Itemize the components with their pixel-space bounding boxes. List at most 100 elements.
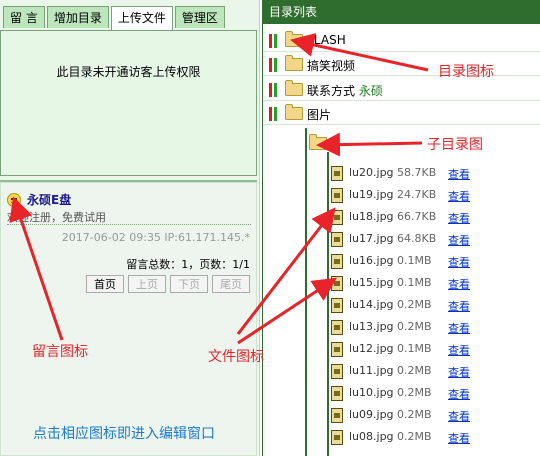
folder-icon[interactable] [285, 31, 303, 47]
file-name: lu10.jpg [349, 386, 394, 399]
file-icon[interactable] [331, 232, 343, 247]
file-name: lu09.jpg [349, 408, 394, 421]
file-size: 0.2MB [397, 364, 432, 377]
tab-add-directory[interactable]: 增加目录 [46, 6, 109, 28]
last-page-button[interactable]: 尾页 [212, 275, 250, 293]
file-row[interactable]: lu16.jpg 0.1MB 查看 [263, 250, 540, 272]
file-icon[interactable] [331, 430, 343, 445]
file-name: lu11.jpg [349, 364, 394, 377]
file-row[interactable]: lu18.jpg 66.7KB 查看 [263, 206, 540, 228]
view-link[interactable]: 查看 [448, 254, 470, 270]
tab-message[interactable]: 留 言 [3, 6, 45, 28]
folder-row[interactable]: 联系方式 永硕 [263, 79, 540, 101]
folder-label[interactable]: 图片 [307, 106, 331, 123]
view-link[interactable]: 查看 [448, 276, 470, 292]
toggle-icon[interactable] [269, 83, 279, 97]
folder-icon[interactable] [285, 55, 303, 71]
permission-message: 此目录未开通访客上传权限 [56, 65, 201, 79]
file-icon[interactable] [331, 166, 343, 181]
tab-bar: 留 言 增加目录 上传文件 管理区 [3, 6, 225, 30]
file-size: 0.2MB [397, 386, 432, 399]
file-icon[interactable] [331, 364, 343, 379]
message-text: 欢迎注册，免费试用 [7, 211, 106, 224]
subfolder-icon[interactable] [309, 134, 327, 150]
pager: 首页 上页 下页 尾页 [86, 275, 250, 293]
file-row[interactable]: lu14.jpg 0.2MB 查看 [263, 294, 540, 316]
file-name: lu16.jpg [349, 254, 394, 267]
file-row[interactable]: lu10.jpg 0.2MB 查看 [263, 382, 540, 404]
file-size: 0.1MB [397, 276, 432, 289]
toggle-icon[interactable] [269, 107, 279, 121]
upload-area: 此目录未开通访客上传权限 [0, 30, 257, 176]
file-icon[interactable] [331, 342, 343, 357]
file-name: lu14.jpg [349, 298, 394, 311]
folder-row[interactable]: FLASH [263, 30, 540, 52]
tab-admin[interactable]: 管理区 [174, 6, 225, 28]
view-link[interactable]: 查看 [448, 320, 470, 336]
folder-name[interactable]: 联系方式 [307, 84, 355, 98]
folder-label[interactable]: FLASH [307, 33, 346, 47]
folder-icon[interactable] [285, 104, 303, 120]
view-link[interactable]: 查看 [448, 188, 470, 204]
file-icon-annotation: 文件图标 [208, 349, 264, 365]
file-name: lu17.jpg [349, 232, 394, 245]
subfolder-icon-annotation: 子目录图 [427, 137, 483, 153]
directory-panel: 目录列表 FLASH 搞笑视频 联系方式 永硕 图片 lu20.jpg 58.7… [262, 0, 540, 456]
file-icon[interactable] [331, 320, 343, 335]
view-link[interactable]: 查看 [448, 342, 470, 358]
folder-row[interactable]: 搞笑视频 [263, 54, 540, 76]
file-row[interactable]: lu11.jpg 0.2MB 查看 [263, 360, 540, 382]
file-name: lu19.jpg [349, 188, 394, 201]
file-row[interactable]: lu15.jpg 0.1MB 查看 [263, 272, 540, 294]
file-icon[interactable] [331, 210, 343, 225]
file-icon[interactable] [331, 254, 343, 269]
view-link[interactable]: 查看 [448, 232, 470, 248]
left-panel: 留 言 增加目录 上传文件 管理区 此目录未开通访客上传权限 永硕E盘 欢迎注册… [0, 0, 260, 456]
file-icon[interactable] [331, 188, 343, 203]
tab-upload-file[interactable]: 上传文件 [110, 6, 173, 30]
view-link[interactable]: 查看 [448, 386, 470, 402]
file-row[interactable]: lu19.jpg 24.7KB 查看 [263, 184, 540, 206]
file-size: 0.1MB [397, 342, 432, 355]
file-name: lu15.jpg [349, 276, 394, 289]
file-row[interactable]: lu17.jpg 64.8KB 查看 [263, 228, 540, 250]
message-underline [7, 224, 251, 225]
file-row[interactable]: lu12.jpg 0.1MB 查看 [263, 338, 540, 360]
toggle-icon[interactable] [269, 34, 279, 48]
view-link[interactable]: 查看 [448, 298, 470, 314]
file-row[interactable]: lu13.jpg 0.2MB 查看 [263, 316, 540, 338]
file-row[interactable]: lu08.jpg 0.2MB 查看 [263, 426, 540, 448]
first-page-button[interactable]: 首页 [86, 275, 124, 293]
view-link[interactable]: 查看 [448, 364, 470, 380]
file-row[interactable]: lu20.jpg 58.7KB 查看 [263, 162, 540, 184]
next-page-button[interactable]: 下页 [170, 275, 208, 293]
prev-page-button[interactable]: 上页 [128, 275, 166, 293]
view-link[interactable]: 查看 [448, 408, 470, 424]
folder-label[interactable]: 搞笑视频 [307, 57, 355, 74]
toggle-icon[interactable] [269, 58, 279, 72]
view-link[interactable]: 查看 [448, 430, 470, 446]
directory-header: 目录列表 [263, 0, 540, 24]
file-name: lu18.jpg [349, 210, 394, 223]
file-size: 0.2MB [397, 320, 432, 333]
view-link[interactable]: 查看 [448, 166, 470, 182]
file-icon[interactable] [331, 276, 343, 291]
file-row[interactable]: lu09.jpg 0.2MB 查看 [263, 404, 540, 426]
folder-label[interactable]: 联系方式 永硕 [307, 82, 383, 99]
file-size: 0.1MB [397, 254, 432, 267]
folder-icon-annotation: 目录图标 [438, 64, 494, 80]
view-link[interactable]: 查看 [448, 210, 470, 226]
folder-row[interactable]: 图片 [263, 103, 540, 125]
file-name: lu13.jpg [349, 320, 394, 333]
app-root: 留 言 增加目录 上传文件 管理区 此目录未开通访客上传权限 永硕E盘 欢迎注册… [0, 0, 540, 456]
file-size: 58.7KB [397, 166, 437, 179]
smiley-icon[interactable] [7, 192, 21, 207]
file-size: 0.2MB [397, 430, 432, 443]
folder-icon[interactable] [285, 80, 303, 96]
message-header: 永硕E盘 [7, 191, 71, 208]
file-name: lu12.jpg [349, 342, 394, 355]
file-size: 66.7KB [397, 210, 437, 223]
file-icon[interactable] [331, 386, 343, 401]
file-icon[interactable] [331, 408, 343, 423]
file-icon[interactable] [331, 298, 343, 313]
